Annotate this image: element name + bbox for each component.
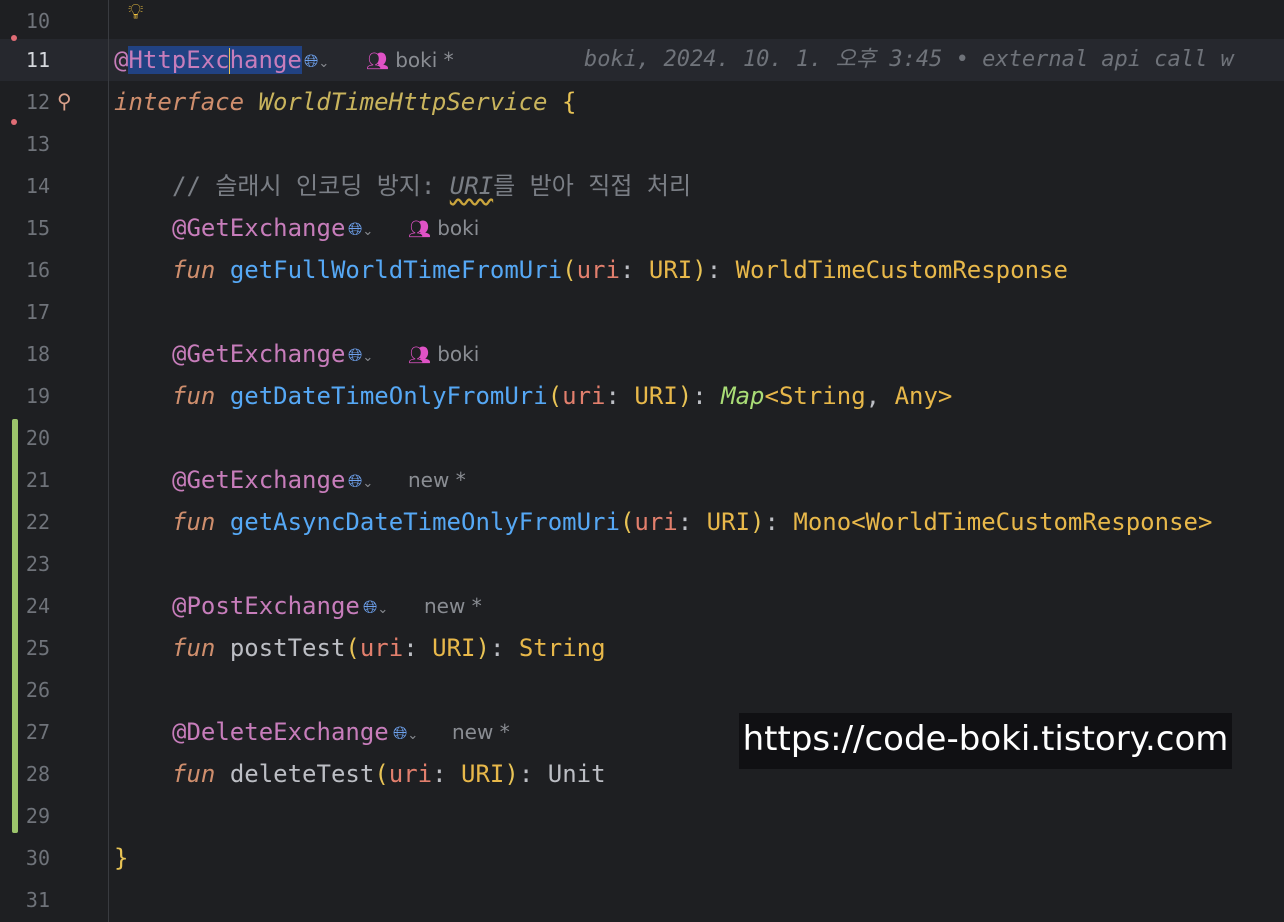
line-number: 26: [25, 678, 50, 702]
globe-icon[interactable]: 🌐︎: [348, 219, 362, 240]
vcs-change-marker[interactable]: [11, 119, 17, 125]
chevron-down-icon[interactable]: ⌄: [407, 728, 418, 743]
spring-bean-icon[interactable]: ⚲: [57, 89, 81, 113]
function-declaration[interactable]: fun getAsyncDateTimeOnlyFromUri(uri: URI…: [172, 501, 1212, 543]
git-blame-annotation: boki, 2024. 10. 1. 오후 3:45 • external ap…: [584, 47, 1234, 72]
globe-icon[interactable]: 🌐︎: [363, 597, 377, 618]
line-number: 12: [25, 90, 50, 114]
vcs-change-marker[interactable]: [11, 35, 17, 41]
endpoint-inlay[interactable]: 🌐︎⌄: [363, 585, 388, 627]
function-declaration[interactable]: fun deleteTest(uri: URI): Unit: [172, 753, 606, 795]
line-number: 24: [25, 594, 50, 618]
chevron-down-icon[interactable]: ⌄: [318, 56, 329, 71]
annotation-get-exchange[interactable]: @GetExchange: [172, 207, 345, 249]
code-line-12[interactable]: 12 interface WorldTimeHttpService {: [0, 81, 1284, 123]
code-line-21[interactable]: 21 @GetExchange 🌐︎⌄ new *: [0, 459, 1284, 501]
line-number: 19: [25, 384, 50, 408]
chevron-down-icon[interactable]: ⌄: [362, 350, 373, 365]
author-inlay[interactable]: new *: [452, 711, 510, 753]
code-line-17[interactable]: 17: [0, 291, 1284, 333]
closing-brace[interactable]: }: [114, 837, 128, 879]
code-line-15[interactable]: 15 @GetExchange 🌐︎⌄ 👥︎ boki: [0, 207, 1284, 249]
line-number: 29: [25, 804, 50, 828]
line-number: 21: [25, 468, 50, 492]
line-number: 20: [25, 426, 50, 450]
code-comment[interactable]: // 슬래시 인코딩 방지: URI를 받아 직접 처리: [172, 165, 691, 207]
line-number: 16: [25, 258, 50, 282]
line-number: 14: [25, 174, 50, 198]
code-line-30[interactable]: 30 }: [0, 837, 1284, 879]
code-line-20[interactable]: 20: [0, 417, 1284, 459]
chevron-down-icon[interactable]: ⌄: [362, 476, 373, 491]
globe-icon[interactable]: 🌐︎: [348, 471, 362, 492]
line-number: 18: [25, 342, 50, 366]
endpoint-inlay[interactable]: 🌐︎⌄: [348, 333, 373, 375]
line-number: 30: [25, 846, 50, 870]
code-line-22[interactable]: 22 fun getAsyncDateTimeOnlyFromUri(uri: …: [0, 501, 1284, 543]
code-line-10[interactable]: 10: [0, 0, 1284, 42]
line-number: 27: [25, 720, 50, 744]
author-inlay[interactable]: new *: [424, 585, 482, 627]
endpoint-inlay[interactable]: 🌐︎⌄: [348, 207, 373, 249]
author-inlay[interactable]: 👥︎ boki: [408, 333, 479, 375]
code-line-16[interactable]: 16 fun getFullWorldTimeFromUri(uri: URI)…: [0, 249, 1284, 291]
line-number: 28: [25, 762, 50, 786]
interface-declaration[interactable]: interface WorldTimeHttpService {: [114, 81, 576, 123]
code-line-26[interactable]: 26: [0, 669, 1284, 711]
people-icon: 👥︎: [408, 219, 431, 240]
line-number: 11: [25, 48, 50, 72]
people-icon: 👥︎: [366, 51, 389, 72]
chevron-down-icon[interactable]: ⌄: [362, 224, 373, 239]
line-number: 13: [25, 132, 50, 156]
annotation-http-exchange[interactable]: @HttpExchange: [114, 39, 302, 81]
code-line-29[interactable]: 29: [0, 795, 1284, 837]
line-number: 17: [25, 300, 50, 324]
code-line-25[interactable]: 25 fun postTest(uri: URI): String: [0, 627, 1284, 669]
annotation-get-exchange[interactable]: @GetExchange: [172, 333, 345, 375]
globe-icon[interactable]: 🌐︎: [393, 723, 407, 744]
endpoint-inlay[interactable]: 🌐︎⌄: [393, 711, 418, 753]
function-declaration[interactable]: fun getDateTimeOnlyFromUri(uri: URI): Ma…: [172, 375, 952, 417]
line-number: 15: [25, 216, 50, 240]
code-line-11[interactable]: 11 @HttpExchange 🌐︎⌄ 👥︎ boki * boki, 202…: [0, 39, 1284, 81]
function-declaration[interactable]: fun postTest(uri: URI): String: [172, 627, 606, 669]
annotation-get-exchange[interactable]: @GetExchange: [172, 459, 345, 501]
gutter-divider: [108, 0, 109, 922]
author-inlay[interactable]: new *: [408, 459, 466, 501]
endpoint-inlay[interactable]: 🌐︎⌄: [348, 459, 373, 501]
function-declaration[interactable]: fun getFullWorldTimeFromUri(uri: URI): W…: [172, 249, 1068, 291]
line-number: 25: [25, 636, 50, 660]
code-line-19[interactable]: 19 fun getDateTimeOnlyFromUri(uri: URI):…: [0, 375, 1284, 417]
code-line-23[interactable]: 23: [0, 543, 1284, 585]
author-inlay[interactable]: 👥︎ boki *: [366, 39, 454, 81]
annotation-delete-exchange[interactable]: @DeleteExchange: [172, 711, 389, 753]
code-line-13[interactable]: 13: [0, 123, 1284, 165]
lightbulb-icon[interactable]: 💡︎: [128, 0, 143, 26]
annotation-post-exchange[interactable]: @PostExchange: [172, 585, 360, 627]
code-line-14[interactable]: 14 // 슬래시 인코딩 방지: URI를 받아 직접 처리: [0, 165, 1284, 207]
code-line-31[interactable]: 31: [0, 879, 1284, 921]
line-number: 31: [25, 888, 50, 912]
people-icon: 👥︎: [408, 345, 431, 366]
author-inlay[interactable]: 👥︎ boki: [408, 207, 479, 249]
globe-icon[interactable]: 🌐︎: [304, 51, 318, 72]
endpoint-inlay[interactable]: 🌐︎⌄: [304, 39, 329, 81]
line-number: 23: [25, 552, 50, 576]
line-number: 22: [25, 510, 50, 534]
code-line-24[interactable]: 24 @PostExchange 🌐︎⌄ new *: [0, 585, 1284, 627]
globe-icon[interactable]: 🌐︎: [348, 345, 362, 366]
code-editor[interactable]: 10 11 @HttpExchange 🌐︎⌄ 👥︎ boki * boki, …: [0, 0, 1284, 922]
vcs-added-lines-bar[interactable]: [12, 419, 18, 833]
line-number: 10: [25, 9, 50, 33]
watermark: https://code-boki.tistory.com: [739, 713, 1232, 769]
chevron-down-icon[interactable]: ⌄: [377, 602, 388, 617]
code-line-18[interactable]: 18 @GetExchange 🌐︎⌄ 👥︎ boki: [0, 333, 1284, 375]
